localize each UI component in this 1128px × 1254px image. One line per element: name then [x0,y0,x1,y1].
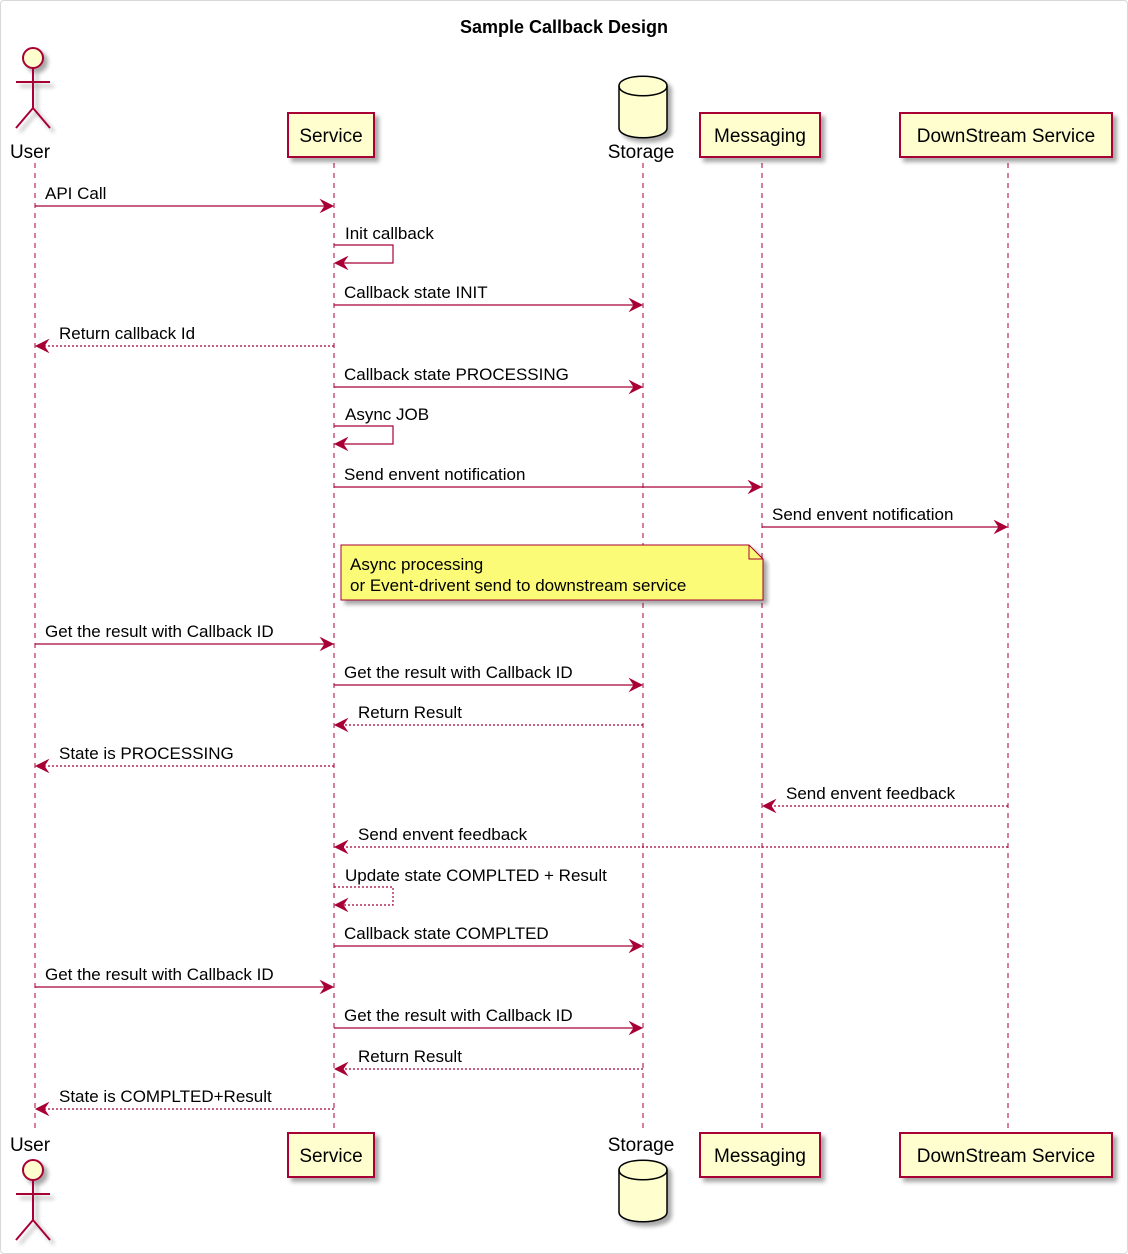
message-label: State is PROCESSING [59,744,234,763]
message-label: Send envent feedback [786,784,956,803]
arrow-head [761,798,777,814]
message: Send envent feedback [333,825,1008,855]
participant-user-top: User [10,47,51,163]
message: Get the result with Callback ID [334,663,644,693]
message-label: Get the result with Callback ID [344,663,573,682]
arrow-head [34,758,50,774]
database-body [618,75,668,139]
message-label: Return Result [358,1047,462,1066]
diagram-title: Sample Callback Design [460,17,668,37]
message-label: Callback state INIT [344,283,488,302]
note-text: Async processing [350,555,483,574]
message-label: Get the result with Callback ID [45,965,274,984]
message: Update state COMPLTED + Result [333,866,607,913]
participant-label: Messaging [714,1146,806,1167]
message-label: Send envent notification [772,505,953,524]
message: Callback state COMPLTED [334,924,644,954]
actor-icon [15,1159,51,1241]
participant-label: Service [299,1146,362,1167]
actor-icon [15,47,51,129]
sequence-diagram: Sample Callback Design User User Service Se… [10,17,1113,1241]
note-text: or Event-drivent send to downstream serv… [350,576,686,595]
message-label: Init callback [345,224,434,243]
actor-legs [15,106,51,129]
participant-user-bottom: User [10,1135,51,1241]
database-icon [618,75,668,139]
arrow-head [333,839,349,855]
message-label: API Call [45,184,106,203]
message-label: Get the result with Callback ID [344,1006,573,1025]
message: Get the result with Callback ID [35,965,335,995]
participant-label: DownStream Service [917,126,1095,147]
participant-storage-bottom: Storage [608,1135,675,1223]
participant-label: Messaging [714,126,806,147]
database-icon [618,1159,668,1223]
arrow-head [34,338,50,354]
message: Async JOB [333,405,429,452]
message: Return Result [333,703,643,733]
participant-label: Storage [608,1135,675,1156]
message-label: Return callback Id [59,324,195,343]
participant-service-top: Service [287,112,375,158]
participant-label: User [10,142,51,163]
message: State is PROCESSING [34,744,334,774]
participant-downstream-bottom: DownStream Service [899,1132,1113,1178]
participant-label: Storage [608,142,675,163]
participant-label: User [10,1135,51,1156]
message: Send envent feedback [761,784,1008,814]
message-label: State is COMPLTED+Result [59,1087,272,1106]
actor-legs [15,1218,51,1241]
message: Return Result [333,1047,643,1077]
actor-head [22,1159,44,1181]
message: Send envent notification [334,465,763,495]
participant-label: Service [299,126,362,147]
message: State is COMPLTED+Result [34,1087,334,1117]
message: Init callback [333,224,434,271]
participant-downstream-top: DownStream Service [899,112,1113,158]
participant-storage-top: Storage [608,75,675,163]
message: Callback state PROCESSING [334,365,644,395]
participant-messaging-top: Messaging [699,112,821,158]
database-body [618,1159,668,1223]
message: Callback state INIT [334,283,644,313]
note: Async processing or Event-drivent send to… [340,544,764,601]
message-label: Get the result with Callback ID [45,622,274,641]
message-label: Send envent feedback [358,825,528,844]
message-label: Send envent notification [344,465,525,484]
participant-service-bottom: Service [287,1132,375,1178]
actor-head [22,47,44,69]
message: Return callback Id [34,324,334,354]
message: Get the result with Callback ID [334,1006,644,1036]
message: API Call [35,184,335,214]
message: Send envent notification [762,505,1009,535]
message-label: Callback state PROCESSING [344,365,569,384]
participant-label: DownStream Service [917,1146,1095,1167]
message-label: Async JOB [345,405,429,424]
arrow-head [34,1101,50,1117]
message: Get the result with Callback ID [35,622,335,652]
participant-messaging-bottom: Messaging [699,1132,821,1178]
message-label: Update state COMPLTED + Result [345,866,607,885]
message-label: Return Result [358,703,462,722]
message-label: Callback state COMPLTED [344,924,549,943]
